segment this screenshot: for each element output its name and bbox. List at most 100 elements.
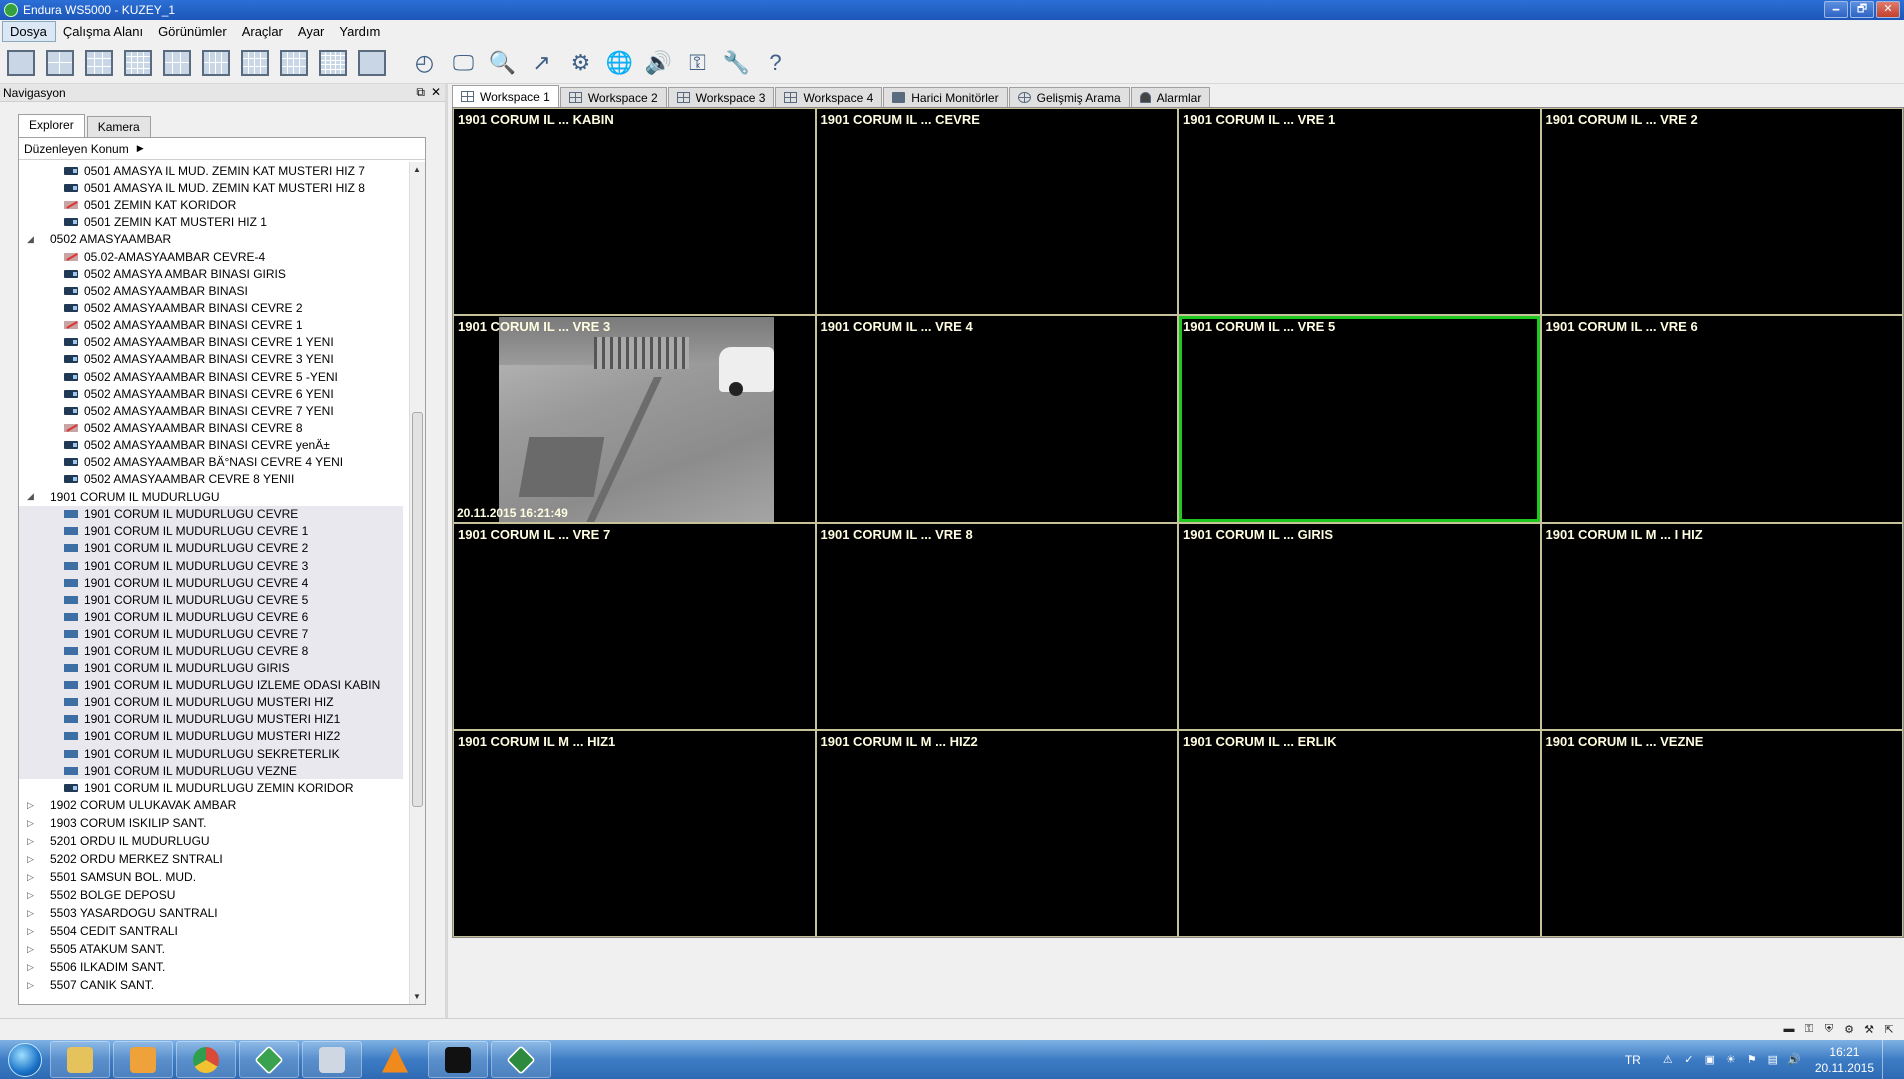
tree-camera-item[interactable]: 1901 CORUM IL MUDURLUGU GIRIS <box>19 659 403 677</box>
layout-1plus12-button[interactable] <box>238 46 271 80</box>
tree-group[interactable]: ◢ 0502 AMASYAAMBAR <box>19 230 409 248</box>
menu-çalışma-alanı[interactable]: Çalışma Alanı <box>56 22 151 41</box>
start-button[interactable] <box>0 1040 50 1079</box>
document-task[interactable] <box>302 1041 362 1078</box>
tree-camera-item[interactable]: 1901 CORUM IL MUDURLUGU CEVRE 5 <box>19 591 403 609</box>
tree-camera-item[interactable]: 1901 CORUM IL MUDURLUGU CEVRE 6 <box>19 608 403 626</box>
connection-icon[interactable]: ▬ <box>1782 1022 1796 1036</box>
tab-workspace-3[interactable]: Workspace 3 <box>667 87 775 107</box>
video-cell[interactable]: 1901 CORUM IL ... VRE 4 <box>816 316 1177 522</box>
tray-icon[interactable]: ✓ <box>1682 1053 1696 1067</box>
scroll-down-icon[interactable]: ▼ <box>413 992 421 1001</box>
tree-group[interactable]: ▷ 5501 SAMSUN BOL. MUD. <box>19 868 409 886</box>
tree-camera-item[interactable]: 0501 AMASYA IL MUD. ZEMIN KAT MUSTERI HI… <box>19 162 409 179</box>
layout-2x2-button[interactable] <box>43 46 76 80</box>
tree-group[interactable]: ▷ 1903 CORUM ISKILIP SANT. <box>19 814 409 832</box>
video-cell[interactable]: 1901 CORUM IL ... VRE 1 <box>1179 109 1540 315</box>
video-cell[interactable]: 1901 CORUM IL ... VRE 7 <box>454 523 815 729</box>
tree-camera-item[interactable]: 05.02-AMASYAAMBAR CEVRE-4 <box>19 248 409 265</box>
tray-icon[interactable]: ☀ <box>1724 1053 1738 1067</box>
tree-camera-item[interactable]: 0501 ZEMIN KAT KORIDOR <box>19 196 409 213</box>
layout-5x5-button[interactable] <box>316 46 349 80</box>
panel-splitter[interactable] <box>445 84 448 1024</box>
video-cell[interactable]: 1901 CORUM IL M ... HIZ1 <box>454 730 815 936</box>
tree-camera-item[interactable]: 1901 CORUM IL MUDURLUGU CEVRE 2 <box>19 539 403 557</box>
settings-icon[interactable]: ⚙ <box>1842 1022 1856 1036</box>
collapse-icon[interactable]: ◢ <box>27 234 39 245</box>
layout-1x1-button[interactable] <box>4 46 37 80</box>
tree-group[interactable]: ▷ 5503 YASARDOGU SANTRALI <box>19 904 409 922</box>
minimize-button[interactable]: 🗕 <box>1824 1 1848 18</box>
monitor-button[interactable]: 🖵 <box>447 46 480 80</box>
key-icon[interactable]: ⚿ <box>1802 1022 1816 1036</box>
tree-camera-item[interactable]: 1901 CORUM IL MUDURLUGU CEVRE 3 <box>19 556 403 575</box>
tree-scrollbar[interactable]: ▲ ▼ <box>409 162 425 1004</box>
location-selector[interactable]: Düzenleyen Konum ▶ <box>19 138 425 160</box>
tray-icon[interactable]: 🔊 <box>1787 1053 1801 1067</box>
tab-workspace-4[interactable]: Workspace 4 <box>775 87 883 107</box>
audio-button[interactable]: 🔊 <box>642 46 675 80</box>
tools-icon[interactable]: ⚒ <box>1862 1022 1876 1036</box>
tree-camera-item[interactable]: 1901 CORUM IL MUDURLUGU IZLEME ODASI KAB… <box>19 676 403 694</box>
tree-camera-item[interactable]: 0502 AMASYAAMBAR BINASI CEVRE 6 YENI <box>19 385 409 402</box>
video-cell[interactable]: 1901 CORUM IL ... VRE 2 <box>1541 109 1902 315</box>
tree-group[interactable]: ▷ 5505 ATAKUM SANT. <box>19 940 409 958</box>
language-indicator[interactable]: TR <box>1625 1053 1641 1067</box>
expand-icon[interactable]: ▷ <box>27 836 39 847</box>
endura-workstation-task[interactable] <box>491 1041 551 1078</box>
tree-camera-item[interactable]: 0501 AMASYA IL MUD. ZEMIN KAT MUSTERI HI… <box>19 179 409 196</box>
video-cell[interactable]: 1901 CORUM IL ... CEVRE <box>816 109 1177 315</box>
expand-icon[interactable]: ▷ <box>27 926 39 937</box>
scroll-up-icon[interactable]: ▲ <box>413 165 421 174</box>
tree-group[interactable]: ▷ 5504 CEDIT SANTRALI <box>19 922 409 940</box>
tree-camera-item[interactable]: 1901 CORUM IL MUDURLUGU VEZNE <box>19 762 403 780</box>
fullscreen-button[interactable] <box>355 46 388 80</box>
close-button[interactable]: ✕ <box>1876 1 1900 18</box>
camera-settings-button[interactable]: ⚙ <box>564 46 597 80</box>
endura-app-task[interactable] <box>239 1041 299 1078</box>
globe-button[interactable]: 🌐 <box>603 46 636 80</box>
close-panel-icon[interactable]: ✕ <box>431 85 441 100</box>
tree-group[interactable]: ◢ 1901 CORUM IL MUDURLUGU <box>19 488 409 506</box>
tree-camera-item[interactable]: 0502 AMASYAAMBAR BINASI CEVRE 1 YENI <box>19 334 409 351</box>
tree-group[interactable]: ▷ 1902 CORUM ULUKAVAK AMBAR <box>19 796 409 814</box>
tab-geli-mi-arama[interactable]: Gelişmiş Arama <box>1008 87 1130 107</box>
menu-yardım[interactable]: Yardım <box>332 22 388 41</box>
tree-camera-item[interactable]: 1901 CORUM IL MUDURLUGU CEVRE 8 <box>19 642 403 660</box>
video-cell[interactable]: 1901 CORUM IL ... VRE 6 <box>1541 316 1902 522</box>
video-cell[interactable]: 1901 CORUM IL ... VEZNE <box>1541 730 1902 936</box>
show-desktop-button[interactable] <box>1882 1040 1896 1079</box>
menu-ayar[interactable]: Ayar <box>291 22 333 41</box>
tab-workspace-2[interactable]: Workspace 2 <box>559 87 667 107</box>
tray-icon[interactable]: ⚠ <box>1661 1053 1675 1067</box>
tree-camera-item[interactable]: 0502 AMASYAAMBAR BINASI CEVRE 3 YENI <box>19 351 409 368</box>
media-player-task[interactable] <box>113 1041 173 1078</box>
menu-dosya[interactable]: Dosya <box>2 20 56 42</box>
tree-camera-item[interactable]: 0501 ZEMIN KAT MUSTERI HIZ 1 <box>19 213 409 230</box>
tree-camera-item[interactable]: 0502 AMASYAAMBAR BINASI CEVRE 7 YENI <box>19 402 409 419</box>
tree-group[interactable]: ▷ 5507 CANIK SANT. <box>19 976 409 994</box>
menu-araçlar[interactable]: Araçlar <box>235 22 291 41</box>
tray-icon[interactable]: ▤ <box>1766 1053 1780 1067</box>
tree-camera-item[interactable]: 1901 CORUM IL MUDURLUGU CEVRE 7 <box>19 625 403 643</box>
tree-camera-item[interactable]: 1901 CORUM IL MUDURLUGU MUSTERI HIZ2 <box>19 727 403 745</box>
layout-3x3-button[interactable] <box>82 46 115 80</box>
playback-button[interactable]: ◴ <box>408 46 441 80</box>
video-cell[interactable]: 1901 CORUM IL ... GIRIS <box>1179 523 1540 729</box>
scroll-thumb[interactable] <box>412 412 423 807</box>
tray-icon[interactable]: ⚑ <box>1745 1053 1759 1067</box>
video-cell[interactable]: 1901 CORUM IL M ... HIZ2 <box>816 730 1177 936</box>
tree-camera-item[interactable]: 1901 CORUM IL MUDURLUGU CEVRE 1 <box>19 522 403 540</box>
tree-camera-item[interactable]: 0502 AMASYAAMBAR BÄ°NASI CEVRE 4 YENI <box>19 454 409 471</box>
video-cell[interactable]: 1901 CORUM IL ... VRE 3 20.11.2015 16:21:… <box>454 316 815 522</box>
expand-icon[interactable]: ▷ <box>27 908 39 919</box>
video-cell[interactable]: 1901 CORUM IL ... VRE 5 <box>1179 316 1540 522</box>
layout-1plus5-button[interactable] <box>160 46 193 80</box>
tree-camera-item[interactable]: 1901 CORUM IL MUDURLUGU MUSTERI HIZ1 <box>19 710 403 728</box>
tree-group[interactable]: ▷ 5506 ILKADIM SANT. <box>19 958 409 976</box>
tree-camera-item[interactable]: 1901 CORUM IL MUDURLUGU ZEMIN KORIDOR <box>19 779 409 796</box>
tree-group[interactable]: ▷ 5202 ORDU MERKEZ SNTRALI <box>19 850 409 868</box>
vlc-task[interactable] <box>365 1041 425 1078</box>
tree-camera-item[interactable]: 0502 AMASYAAMBAR BINASI <box>19 283 409 300</box>
video-cell[interactable]: 1901 CORUM IL ... KABIN <box>454 109 815 315</box>
